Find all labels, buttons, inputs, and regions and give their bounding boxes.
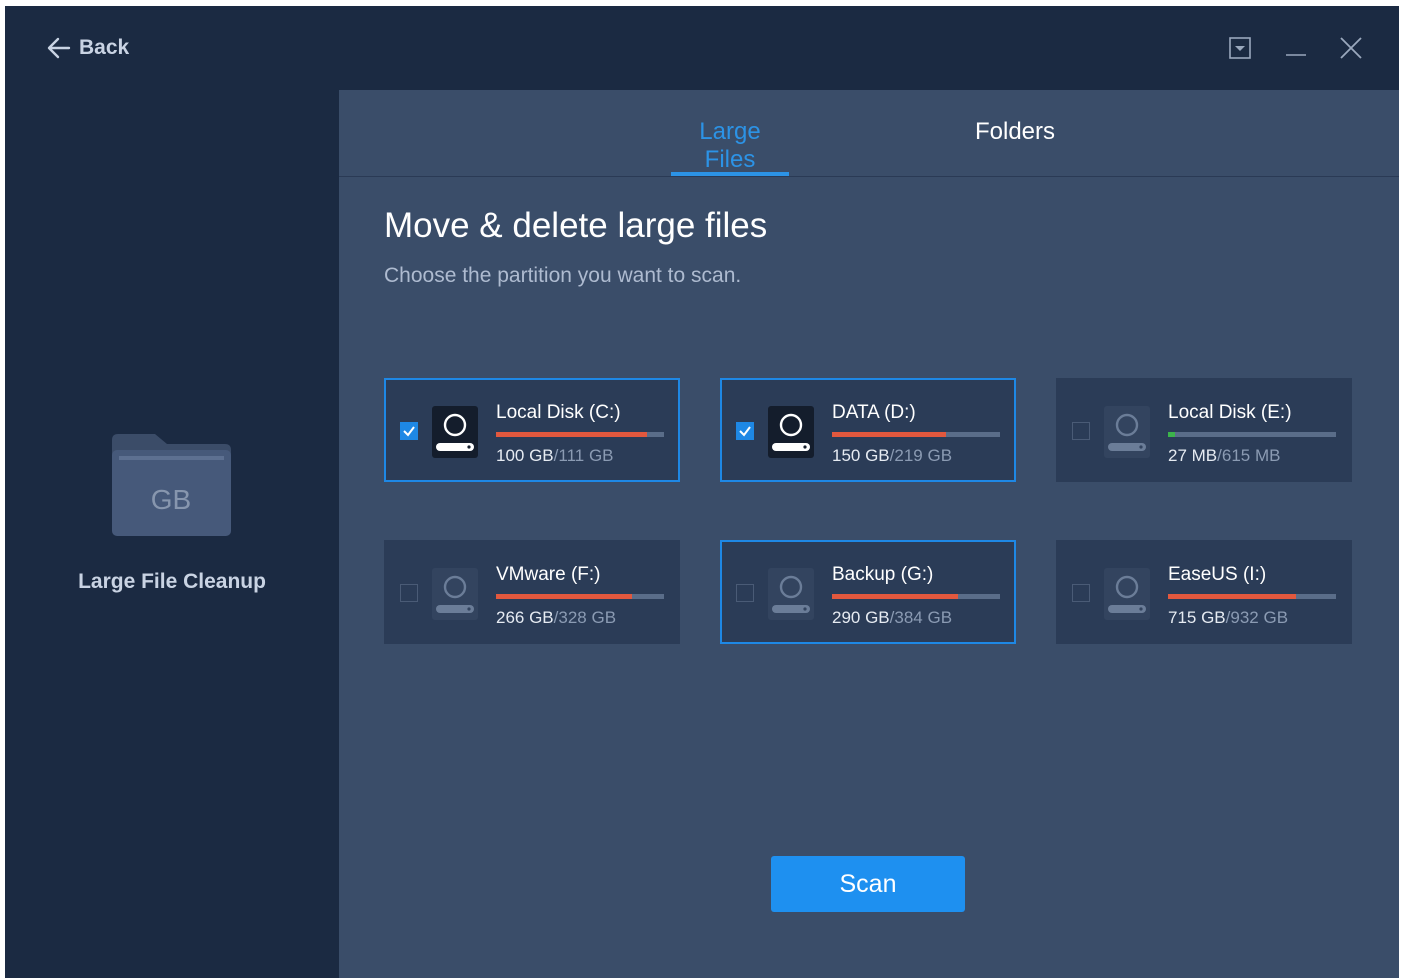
- total-space: /328 GB: [553, 608, 617, 627]
- partition-name: Local Disk (C:): [496, 402, 621, 423]
- partition-checkbox[interactable]: [400, 422, 418, 440]
- partition-name: VMware (F:): [496, 564, 601, 585]
- partition-checkbox[interactable]: [1072, 584, 1090, 602]
- partition-card[interactable]: DATA (D:) 150 GB/219 GB: [720, 378, 1016, 482]
- checkmark-icon: [403, 426, 415, 437]
- usage-bar: [1168, 594, 1336, 599]
- partition-name: Local Disk (E:): [1168, 402, 1292, 423]
- total-space: /111 GB: [553, 446, 614, 465]
- checkmark-icon: [739, 426, 751, 437]
- usage-bar: [496, 432, 664, 437]
- back-button[interactable]: Back: [47, 32, 129, 64]
- total-space: /384 GB: [889, 608, 953, 627]
- usage-bar-fill: [1168, 594, 1296, 599]
- arrow-left-icon: [47, 37, 71, 59]
- partition-card[interactable]: Local Disk (E:) 27 MB/615 MB: [1056, 378, 1352, 482]
- partition-size: 27 MB/615 MB: [1168, 446, 1280, 466]
- partition-card[interactable]: VMware (F:) 266 GB/328 GB: [384, 540, 680, 644]
- app-window: Back GB Large File Cleanup Large Files F…: [5, 6, 1399, 978]
- usage-bar-fill: [832, 594, 958, 599]
- usage-bar-fill: [496, 594, 632, 599]
- partition-size: 715 GB/932 GB: [1168, 608, 1288, 628]
- sidebar-title: Large File Cleanup: [78, 570, 266, 593]
- used-space: 266 GB: [496, 608, 554, 627]
- partition-name: EaseUS (I:): [1168, 564, 1267, 585]
- usage-bar: [832, 594, 1000, 599]
- hard-disk-icon: [1104, 406, 1150, 458]
- hard-disk-icon: [432, 568, 478, 620]
- usage-bar-fill: [1168, 432, 1175, 437]
- usage-bar: [832, 432, 1000, 437]
- used-space: 150 GB: [832, 446, 890, 465]
- partition-size: 266 GB/328 GB: [496, 608, 616, 628]
- partition-name: Backup (G:): [832, 564, 934, 585]
- total-space: /219 GB: [889, 446, 953, 465]
- usage-bar: [496, 594, 664, 599]
- usage-bar: [1168, 432, 1336, 437]
- used-space: 100 GB: [496, 446, 554, 465]
- usage-bar-fill: [832, 432, 946, 437]
- tab-bar: Large Files Folders: [339, 90, 1399, 177]
- partition-card[interactable]: Backup (G:) 290 GB/384 GB: [720, 540, 1016, 644]
- scan-button[interactable]: Scan: [771, 856, 965, 912]
- dropdown-box-icon: [1229, 37, 1251, 59]
- total-space: /932 GB: [1225, 608, 1289, 627]
- used-space: 27 MB: [1168, 446, 1218, 465]
- back-label: Back: [79, 36, 130, 59]
- tab-large-files[interactable]: Large Files: [671, 118, 789, 174]
- partition-card[interactable]: EaseUS (I:) 715 GB/932 GB: [1056, 540, 1352, 644]
- partition-checkbox[interactable]: [736, 422, 754, 440]
- main-panel: Large Files Folders Move & delete large …: [339, 90, 1399, 978]
- hard-disk-icon: [768, 568, 814, 620]
- partition-checkbox[interactable]: [400, 584, 418, 602]
- active-tab-indicator: [671, 172, 789, 176]
- hard-disk-icon: [768, 406, 814, 458]
- partition-name: DATA (D:): [832, 402, 916, 423]
- partition-size: 290 GB/384 GB: [832, 608, 952, 628]
- partition-size: 100 GB/111 GB: [496, 446, 614, 466]
- used-space: 715 GB: [1168, 608, 1226, 627]
- minimize-button[interactable]: [1282, 34, 1310, 62]
- used-space: 290 GB: [832, 608, 890, 627]
- title-bar: Back: [5, 6, 1399, 90]
- partition-card[interactable]: Local Disk (C:) 100 GB/111 GB: [384, 378, 680, 482]
- partition-checkbox[interactable]: [1072, 422, 1090, 440]
- minimize-icon: [1286, 54, 1306, 56]
- folder-icon: GB: [112, 434, 231, 536]
- hard-disk-icon: [432, 406, 478, 458]
- total-space: /615 MB: [1217, 446, 1281, 465]
- hard-disk-icon: [1104, 568, 1150, 620]
- page-subtitle: Choose the partition you want to scan.: [384, 264, 742, 287]
- usage-bar-fill: [496, 432, 647, 437]
- close-button[interactable]: [1337, 34, 1365, 62]
- dropdown-menu-button[interactable]: [1226, 34, 1254, 62]
- partition-size: 150 GB/219 GB: [832, 446, 952, 466]
- close-icon: [1340, 37, 1362, 59]
- tab-folders[interactable]: Folders: [953, 118, 1077, 146]
- folder-badge: GB: [151, 484, 191, 515]
- page-title: Move & delete large files: [384, 206, 768, 245]
- sidebar: GB Large File Cleanup: [5, 90, 339, 978]
- partition-checkbox[interactable]: [736, 584, 754, 602]
